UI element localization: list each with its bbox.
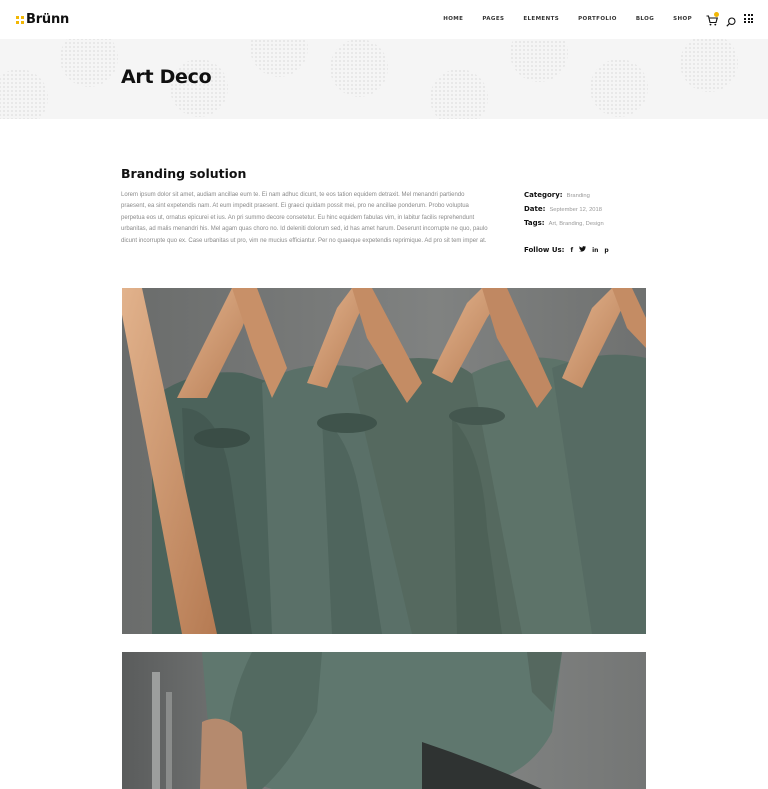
project-meta: Category: Branding Date: September 12, 2…: [524, 191, 654, 233]
linkedin-icon[interactable]: in: [592, 247, 598, 254]
nav-item-portfolio[interactable]: PORTFOLIO: [578, 16, 617, 22]
logo-text: Brünn: [26, 12, 70, 27]
nav-item-blog[interactable]: BLOG: [636, 16, 654, 22]
nav-item-elements[interactable]: ELEMENTS: [523, 16, 559, 22]
grid-menu-icon[interactable]: [744, 14, 753, 23]
decorative-pattern: [60, 39, 118, 87]
meta-tags-value[interactable]: Art, Branding, Design: [549, 221, 604, 227]
decorative-pattern: [0, 69, 48, 119]
meta-tags-label: Tags:: [524, 219, 545, 227]
search-icon[interactable]: [726, 14, 736, 27]
meta-category: Category: Branding: [524, 191, 654, 205]
meta-category-value[interactable]: Branding: [567, 193, 590, 199]
section-heading: Branding solution: [121, 166, 247, 181]
photo-illustration: [122, 652, 646, 789]
pinterest-icon[interactable]: p: [604, 247, 608, 254]
page-title: Art Deco: [121, 66, 212, 88]
nav-item-home[interactable]: HOME: [443, 16, 463, 22]
meta-category-label: Category:: [524, 191, 563, 199]
cart-badge: [714, 12, 719, 17]
decorative-pattern: [510, 39, 568, 82]
project-photo-person-shirt: [122, 652, 646, 789]
cart-icon[interactable]: [706, 12, 720, 26]
site-header: Brünn HOME PAGES ELEMENTS PORTFOLIO BLOG…: [0, 0, 768, 39]
logo[interactable]: Brünn: [16, 12, 69, 27]
decorative-pattern: [330, 39, 388, 97]
project-photo-hanging-shirts: [122, 288, 646, 634]
body-text: Lorem ipsum dolor sit amet, audiam ancil…: [121, 192, 488, 244]
decorative-pattern: [680, 39, 738, 92]
facebook-icon[interactable]: f: [570, 247, 573, 254]
meta-date: Date: September 12, 2018: [524, 205, 654, 219]
photo-illustration: [122, 288, 646, 634]
nav-item-pages[interactable]: PAGES: [482, 16, 504, 22]
decorative-pattern: [590, 59, 648, 117]
follow-label: Follow Us:: [524, 246, 565, 254]
meta-date-label: Date:: [524, 205, 546, 213]
twitter-icon[interactable]: [579, 246, 587, 254]
meta-tags: Tags: Art, Branding, Design: [524, 219, 654, 233]
main-nav: HOME PAGES ELEMENTS PORTFOLIO BLOG SHOP: [424, 16, 692, 22]
nav-item-shop[interactable]: SHOP: [673, 16, 692, 22]
meta-date-value: September 12, 2018: [549, 207, 602, 213]
title-band: Art Deco: [0, 39, 768, 119]
decorative-pattern: [250, 39, 308, 77]
decorative-pattern: [430, 69, 488, 119]
logo-mark-icon: [16, 15, 24, 24]
follow-us: Follow Us: f in p: [524, 246, 615, 254]
